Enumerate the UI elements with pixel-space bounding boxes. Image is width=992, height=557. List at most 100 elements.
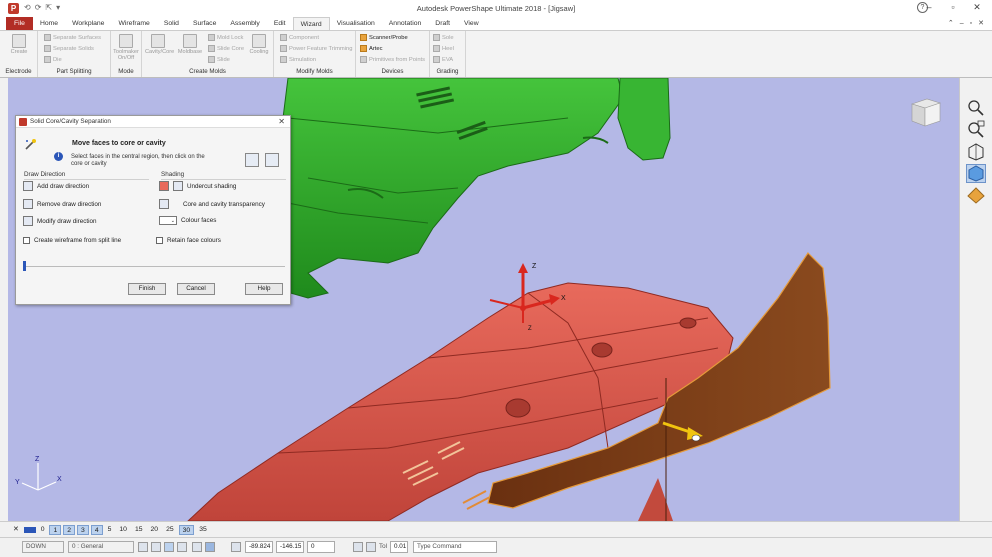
slide-core-button[interactable]: Slide Core [208,45,244,52]
dynamic-grid-icon[interactable] [205,542,215,552]
artec-button[interactable]: Artec [360,45,383,52]
cooling-button[interactable]: Cooling [246,34,272,55]
maximize-button[interactable]: ▫ [946,2,960,13]
tab-wizard[interactable]: Wizard [292,17,330,30]
layer-status-icon[interactable] [192,542,202,552]
toolmaker-button[interactable]: Toolmaker On/Off [113,34,139,61]
mode-select[interactable]: DOWN [22,541,64,553]
level-0[interactable]: 0 [38,525,48,535]
tab-view[interactable]: View [457,17,486,30]
tab-wireframe[interactable]: Wireframe [111,17,156,30]
doc-restore-button[interactable]: ▫ [970,17,972,30]
cavity-part[interactable] [187,282,734,521]
shaded-view-icon[interactable] [966,164,986,183]
group-part-splitting: Separate Surfaces Separate Solids Die Pa… [38,31,111,77]
command-input[interactable]: Type Command [413,541,497,553]
group-electrode: Create Electrode [0,31,38,77]
level-10[interactable]: 10 [116,525,130,535]
undercut-shading-toggle[interactable]: Undercut shading [159,181,236,191]
power-feature-trimming-button[interactable]: Power Feature Trimming [280,45,352,52]
component-button[interactable]: Component [280,34,319,41]
select-status-icon[interactable] [164,542,174,552]
slider-thumb[interactable] [23,261,26,271]
coordinate-lock-icon[interactable] [231,542,241,552]
tab-annotation[interactable]: Annotation [382,17,429,30]
level-2[interactable]: 2 [63,524,76,535]
modify-draw-direction-button[interactable]: Modify draw direction [23,216,97,226]
y-coordinate[interactable]: -146.15 [276,541,304,553]
simulation-button[interactable]: Simulation [280,56,316,63]
mold-lock-button[interactable]: Mold Lock [208,34,243,41]
remove-draw-direction-button[interactable]: Remove draw direction [23,199,101,209]
finish-button[interactable]: Finish [128,283,166,295]
tab-edit[interactable]: Edit [267,17,293,30]
retain-colours-check[interactable] [156,237,163,244]
create-electrode-button[interactable]: Create [6,34,32,55]
level-15[interactable]: 15 [132,525,146,535]
tab-solid[interactable]: Solid [157,17,186,30]
level-3[interactable]: 3 [77,524,89,535]
collapse-ribbon-icon[interactable]: ⌃ [948,17,954,30]
cavity-core-button[interactable]: Cavity/Core [145,34,174,55]
eva-button[interactable]: EVA [433,56,453,63]
separate-surfaces-button[interactable]: Separate Surfaces [44,34,101,41]
material-view-icon[interactable] [966,186,986,205]
add-draw-direction-button[interactable]: Add draw direction [23,181,89,191]
slide-button[interactable]: Slide [208,56,230,63]
tab-home[interactable]: Home [33,17,65,30]
wireframe-check[interactable] [23,237,30,244]
level-4[interactable]: 4 [90,524,103,535]
cancel-button[interactable]: Cancel [177,283,215,295]
close-button[interactable]: ✕ [970,2,984,13]
dialog-title-bar[interactable]: Solid Core/Cavity Separation ✕ [16,116,290,128]
level-1[interactable]: 1 [49,524,62,535]
wireframe-view-icon[interactable] [966,142,986,161]
zoom-in-icon[interactable] [966,98,986,117]
minimize-button[interactable]: – [922,2,936,13]
view-cube[interactable] [907,96,942,128]
level-select[interactable]: 0 : General [68,541,134,553]
wireframe-checkbox[interactable]: Create wireframe from split line [23,237,121,244]
tab-draft[interactable]: Draft [428,17,457,30]
colour-swatch[interactable]: ⌄ [159,216,177,225]
die-button[interactable]: Die [44,56,62,63]
dialog-close-button[interactable]: ✕ [278,116,285,128]
slider-track[interactable] [23,266,285,267]
help-button[interactable]: Help [245,283,283,295]
z-coordinate[interactable]: 0 [307,541,335,553]
retain-colours-checkbox[interactable]: Retain face colours [156,237,221,244]
level-20[interactable]: 20 [148,525,162,535]
level-25[interactable]: 25 [163,525,177,535]
levels-arrow-icon[interactable] [23,526,36,533]
heel-button[interactable]: Heel [433,45,454,52]
primitives-from-points-button[interactable]: Primitives from Points [360,56,425,63]
grid-status-icon[interactable] [177,542,187,552]
principal-plane-icon[interactable] [366,542,376,552]
transparency-toggle[interactable]: Core and cavity transparency [159,199,265,209]
tab-assembly[interactable]: Assembly [223,17,266,30]
sole-button[interactable]: Sole [433,34,454,41]
level-5[interactable]: 5 [105,525,115,535]
zoom-box-icon[interactable] [966,120,986,139]
level-30[interactable]: 30 [178,524,195,535]
level-35[interactable]: 35 [196,525,210,535]
tab-workplane[interactable]: Workplane [65,17,111,30]
colour-faces-picker[interactable]: ⌄ Colour faces [159,216,216,225]
tab-surface[interactable]: Surface [186,17,223,30]
tab-file[interactable]: File [6,17,33,30]
workplane-status-icon[interactable] [138,542,148,552]
x-coordinate[interactable]: -89.824 [245,541,273,553]
moldbase-button[interactable]: Moldbase [177,34,203,55]
doc-minimize-button[interactable]: – [960,17,964,30]
core-part[interactable] [237,78,671,299]
doc-close-button[interactable]: ✕ [978,17,984,30]
tab-visualisation[interactable]: Visualisation [330,17,382,30]
separate-solids-button[interactable]: Separate Solids [44,45,94,52]
calculator-icon[interactable] [353,542,363,552]
scanner-probe-button[interactable]: Scanner/Probe [360,34,408,41]
snap-status-icon[interactable] [151,542,161,552]
levels-close-icon[interactable]: ✕ [10,525,22,535]
tolerance-input[interactable]: 0.01 [390,541,408,553]
face-select-button[interactable] [265,153,279,167]
swap-faces-button[interactable] [245,153,259,167]
